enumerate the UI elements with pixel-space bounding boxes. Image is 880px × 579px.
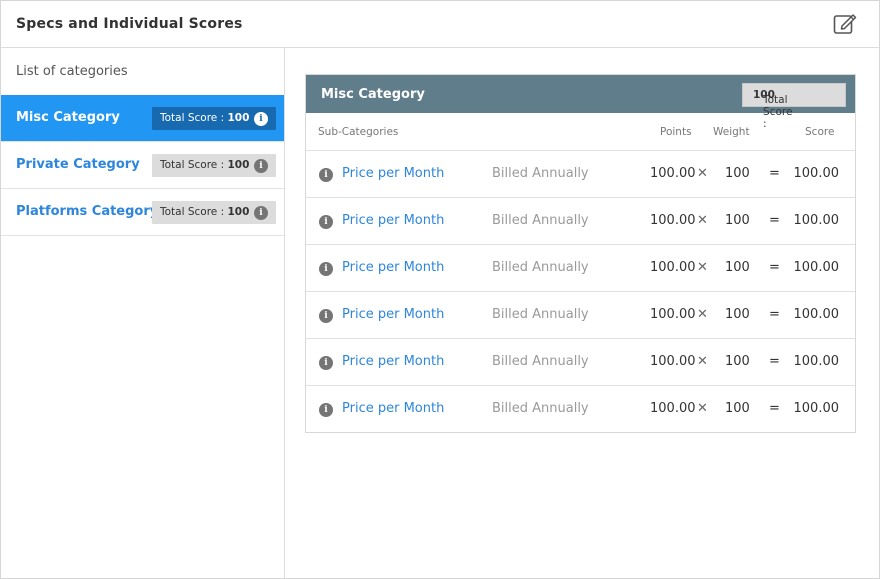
category-item-misc[interactable]: Misc Category Total Score : 100 i: [1, 95, 284, 142]
table-row: i Price per Month Billed Annually 100.00…: [306, 386, 855, 433]
table-column-headers: Sub-Categories Points Weight Score: [306, 113, 855, 151]
info-icon[interactable]: i: [319, 262, 333, 276]
category-name: Private Category: [16, 157, 140, 172]
points-value: 100.00: [650, 354, 696, 369]
sidebar-heading: List of categories: [16, 64, 128, 79]
multiply-icon: ✕: [697, 401, 708, 416]
category-item-private[interactable]: Private Category Total Score : 100 i: [1, 142, 284, 189]
app-frame: Specs and Individual Scores List of cate…: [0, 0, 880, 579]
total-score-badge: Total Score : 100 i: [152, 107, 276, 130]
table-row: i Price per Month Billed Annually 100.00…: [306, 339, 855, 386]
points-value: 100.00: [650, 213, 696, 228]
points-value: 100.00: [650, 260, 696, 275]
category-item-platforms[interactable]: Platforms Category Total Score : 100 i: [1, 189, 284, 236]
panel-header: Misc Category Total Score : 100: [306, 75, 855, 130]
equals-sign: =: [769, 260, 780, 275]
info-icon[interactable]: i: [319, 309, 333, 323]
score-value: 100.00: [793, 213, 840, 228]
equals-sign: =: [769, 401, 780, 416]
category-name: Misc Category: [16, 110, 120, 125]
panel-total-score-badge: Total Score : 100: [742, 83, 846, 130]
points-value: 100.00: [650, 166, 696, 181]
column-header-points: Points: [660, 126, 692, 138]
subcategory-name[interactable]: Price per Month: [342, 401, 444, 416]
subcategory-name[interactable]: Price per Month: [342, 166, 444, 181]
column-header-score: Score: [805, 126, 835, 138]
weight-value: 100: [725, 354, 750, 369]
weight-value: 100: [725, 401, 750, 416]
table-row: i Price per Month Billed Annually 100.00…: [306, 245, 855, 292]
billing-cycle: Billed Annually: [492, 354, 589, 369]
billing-cycle: Billed Annually: [492, 260, 589, 275]
score-value: 100.00: [793, 166, 840, 181]
total-score-badge: Total Score : 100 i: [152, 154, 276, 177]
equals-sign: =: [769, 354, 780, 369]
subcategory-name[interactable]: Price per Month: [342, 213, 444, 228]
multiply-icon: ✕: [697, 307, 708, 322]
multiply-icon: ✕: [697, 354, 708, 369]
info-icon[interactable]: i: [254, 206, 268, 220]
total-score-label: Total Score :: [160, 206, 228, 218]
info-icon[interactable]: i: [254, 112, 268, 126]
page-title: Specs and Individual Scores: [16, 16, 243, 32]
score-value: 100.00: [793, 401, 840, 416]
total-score-label: Total Score :: [160, 159, 228, 171]
total-score-label: Total Score :: [160, 112, 228, 124]
equals-sign: =: [769, 307, 780, 322]
edit-icon[interactable]: [833, 13, 857, 35]
column-header-weight: Weight: [713, 126, 750, 138]
info-icon[interactable]: i: [319, 403, 333, 417]
score-value: 100.00: [793, 354, 840, 369]
points-value: 100.00: [650, 401, 696, 416]
category-detail-panel: Misc Category Total Score : 100 Sub-Cate…: [305, 74, 856, 433]
info-icon[interactable]: i: [319, 356, 333, 370]
total-score-value: 100: [227, 159, 250, 171]
category-name: Platforms Category: [16, 204, 159, 219]
weight-value: 100: [725, 307, 750, 322]
multiply-icon: ✕: [697, 260, 708, 275]
total-score-value: 100: [227, 112, 250, 124]
weight-value: 100: [725, 166, 750, 181]
table-row: i Price per Month Billed Annually 100.00…: [306, 151, 855, 198]
table-row: i Price per Month Billed Annually 100.00…: [306, 198, 855, 245]
weight-value: 100: [725, 213, 750, 228]
subcategory-name[interactable]: Price per Month: [342, 307, 444, 322]
multiply-icon: ✕: [697, 213, 708, 228]
subcategory-name[interactable]: Price per Month: [342, 260, 444, 275]
billing-cycle: Billed Annually: [492, 213, 589, 228]
equals-sign: =: [769, 166, 780, 181]
category-sidebar: List of categories Misc Category Total S…: [1, 48, 285, 578]
score-value: 100.00: [793, 307, 840, 322]
score-value: 100.00: [793, 260, 840, 275]
column-header-subcategories: Sub-Categories: [318, 126, 399, 138]
multiply-icon: ✕: [697, 166, 708, 181]
total-score-badge: Total Score : 100 i: [152, 201, 276, 224]
points-value: 100.00: [650, 307, 696, 322]
subcategory-name[interactable]: Price per Month: [342, 354, 444, 369]
billing-cycle: Billed Annually: [492, 166, 589, 181]
panel-title: Misc Category: [321, 87, 425, 102]
info-icon[interactable]: i: [254, 159, 268, 173]
info-icon[interactable]: i: [319, 215, 333, 229]
billing-cycle: Billed Annually: [492, 401, 589, 416]
table-row: i Price per Month Billed Annually 100.00…: [306, 292, 855, 339]
billing-cycle: Billed Annually: [492, 307, 589, 322]
total-score-value: 100: [227, 206, 250, 218]
weight-value: 100: [725, 260, 750, 275]
top-bar: Specs and Individual Scores: [1, 1, 879, 48]
info-icon[interactable]: i: [319, 168, 333, 182]
equals-sign: =: [769, 213, 780, 228]
